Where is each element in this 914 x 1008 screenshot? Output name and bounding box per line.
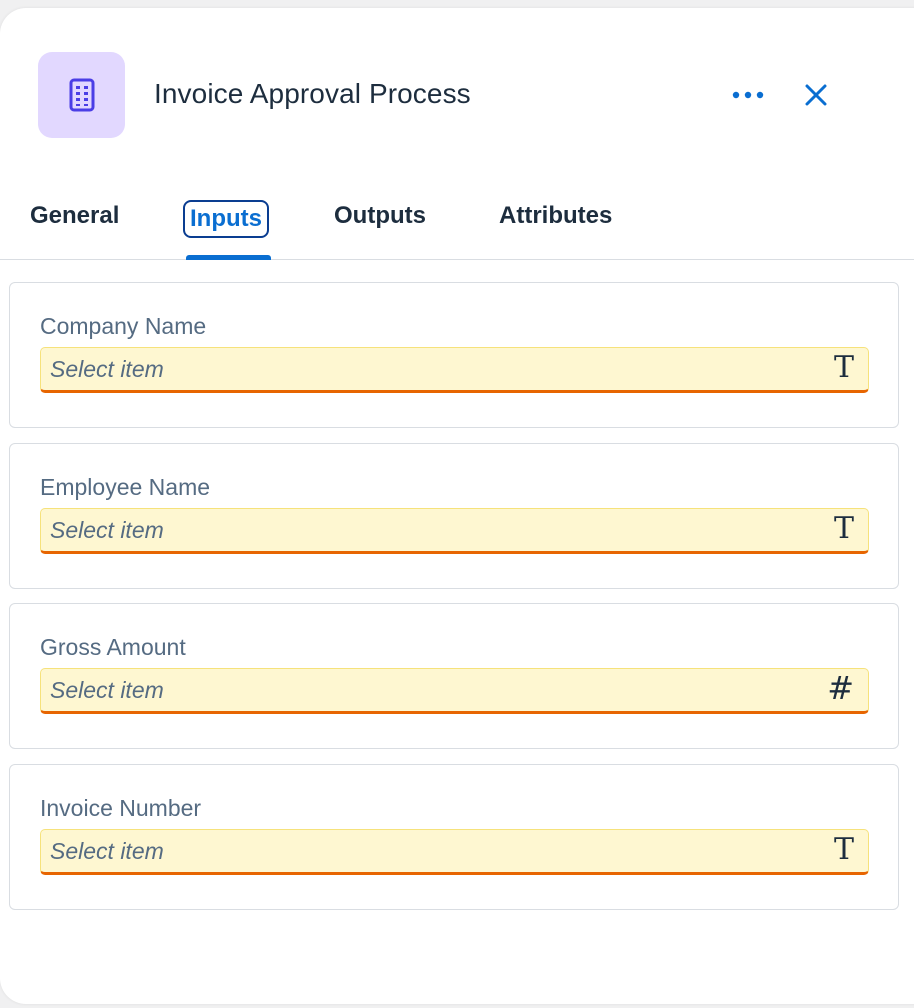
tab-attributes[interactable]: Attributes [499,202,612,230]
tab-inputs[interactable]: Inputs [183,200,269,238]
field-label: Employee Name [40,474,211,500]
tab-outputs[interactable]: Outputs [334,202,426,230]
select-item-input[interactable]: Select item T [40,829,869,875]
input-placeholder: Select item [50,677,164,703]
input-placeholder: Select item [50,517,164,543]
field-label: Gross Amount [40,634,186,660]
page-title: Invoice Approval Process [154,78,471,109]
tab-general[interactable]: General [30,202,119,230]
select-item-input[interactable]: Select item T [40,347,869,393]
app-icon-tile [38,52,125,138]
more-horizontal-icon [732,91,764,99]
select-item-input[interactable]: Select item # [40,668,869,714]
input-field-card: Employee Name Select item T [9,443,899,589]
tab-bar: General Inputs Outputs Attributes [0,196,914,260]
number-type-icon: # [827,669,854,707]
input-placeholder: Select item [50,356,164,382]
input-field-card: Company Name Select item T [9,282,899,428]
field-label: Company Name [40,313,207,339]
details-panel: Invoice Approval Process General Inputs … [0,8,914,1004]
text-type-icon: T [833,832,854,867]
text-type-icon: T [833,511,854,546]
text-type-icon: T [833,350,854,385]
field-label: Invoice Number [40,795,202,821]
select-item-input[interactable]: Select item T [40,508,869,554]
more-actions-button[interactable] [726,80,770,110]
active-tab-indicator [186,255,271,260]
panel-header: Invoice Approval Process [0,8,914,168]
close-icon [805,84,827,106]
close-button[interactable] [796,76,836,114]
input-placeholder: Select item [50,838,164,864]
calculator-icon [69,78,94,112]
input-field-card: Gross Amount Select item # [9,603,899,749]
input-field-card: Invoice Number Select item T [9,764,899,910]
